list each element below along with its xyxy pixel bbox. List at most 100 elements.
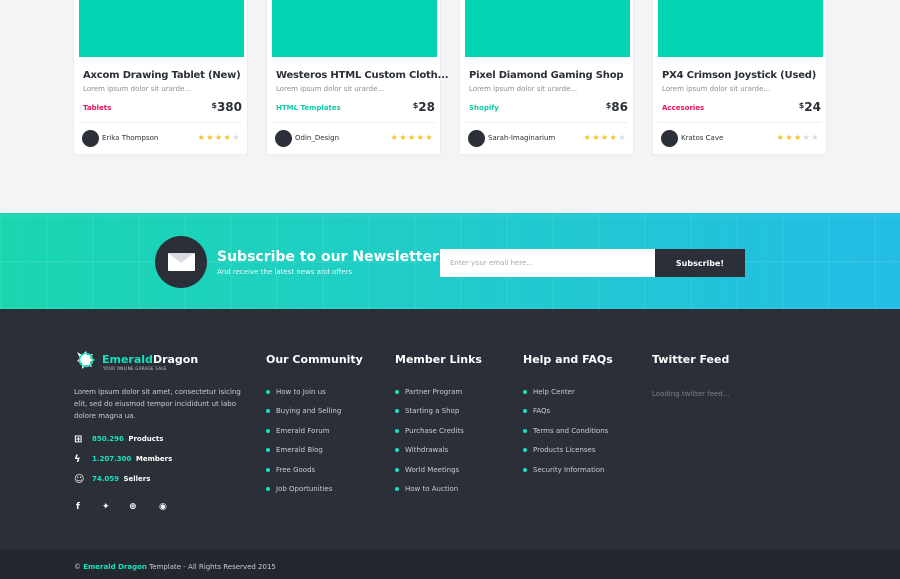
price-value: 380 xyxy=(216,100,242,114)
column-title-member-links: Member Links xyxy=(395,353,482,366)
footer-link[interactable]: FAQs xyxy=(523,407,608,426)
column-title-community: Our Community xyxy=(266,353,363,366)
facebook-icon[interactable]: f xyxy=(76,502,80,512)
author-name[interactable]: Sarah-Imaginarium xyxy=(488,134,555,142)
brand-tagline: YOUR ONLINE GARAGE SALE xyxy=(103,366,167,371)
brand-name-part1: Emerald xyxy=(102,353,153,366)
rss-icon[interactable]: ◉ xyxy=(159,502,167,512)
price-value: 24 xyxy=(804,100,821,114)
product-grid: Axcom Drawing Tablet (New) Lorem ipsum d… xyxy=(73,0,831,156)
product-title[interactable]: PX4 Crimson Joystick (Used) xyxy=(662,70,816,81)
brand-logo[interactable]: EmeraldDragon xyxy=(102,353,198,366)
footer-link[interactable]: World Meetings xyxy=(395,466,464,485)
footer-link[interactable]: Security Information xyxy=(523,466,608,485)
product-thumbnail[interactable] xyxy=(658,0,823,57)
copyright-text: © Emerald Dragon Template - All Rights R… xyxy=(74,563,276,571)
community-links: How to Join us Buying and Selling Emeral… xyxy=(266,388,341,504)
footer-link[interactable]: Products Licenses xyxy=(523,446,608,465)
product-card[interactable]: Westeros HTML Custom Cloth... Lorem ipsu… xyxy=(266,0,448,155)
product-category[interactable]: Shopify xyxy=(469,104,499,112)
lightning-icon: ϟ xyxy=(74,454,81,465)
product-card[interactable]: PX4 Crimson Joystick (Used) Lorem ipsum … xyxy=(652,0,827,155)
stat-label: Products xyxy=(128,435,164,443)
email-input[interactable] xyxy=(440,249,655,277)
footer-link[interactable]: Purchase Credits xyxy=(395,427,464,446)
newsletter-title: Subscribe to our Newsletter xyxy=(217,249,439,265)
rating-stars: ★★★★★ xyxy=(776,133,820,142)
rating-stars: ★★★★★ xyxy=(390,133,434,142)
subscribe-button[interactable]: Subscribe! xyxy=(655,249,745,277)
footer-link[interactable]: Starting a Shop xyxy=(395,407,464,426)
twitter-icon[interactable]: ✦ xyxy=(102,502,110,512)
stat-sellers: ☺ 74.059 Sellers xyxy=(74,474,150,485)
product-thumbnail[interactable] xyxy=(272,0,437,57)
footer-link[interactable]: Job Oportunities xyxy=(266,485,341,504)
author-avatar[interactable] xyxy=(661,130,678,147)
stat-members: ϟ 1.207.300 Members xyxy=(74,454,172,465)
footer-link[interactable]: Help Center xyxy=(523,388,608,407)
footer-link[interactable]: Free Goods xyxy=(266,466,341,485)
dribbble-icon[interactable]: ⊕ xyxy=(129,502,137,512)
footer: EmeraldDragon YOUR ONLINE GARAGE SALE Lo… xyxy=(0,309,900,550)
product-thumbnail[interactable] xyxy=(465,0,630,57)
twitter-feed-loading: Loading twitter feed... xyxy=(652,390,730,398)
product-description: Lorem ipsum dolor sit urarde... xyxy=(83,85,192,93)
product-price: $380 xyxy=(211,100,242,114)
user-icon: ☺ xyxy=(74,474,85,485)
product-title[interactable]: Axcom Drawing Tablet (New) xyxy=(83,70,241,81)
gift-icon: ⊞ xyxy=(74,434,83,445)
product-title[interactable]: Pixel Diamond Gaming Shop xyxy=(469,70,624,81)
stat-value: 74.059 xyxy=(92,475,120,483)
product-thumbnail[interactable] xyxy=(79,0,244,57)
author-avatar[interactable] xyxy=(82,130,99,147)
stat-value: 1.207.300 xyxy=(92,455,132,463)
product-category[interactable]: Accesories xyxy=(662,104,704,112)
member-links: Partner Program Starting a Shop Purchase… xyxy=(395,388,464,504)
stat-label: Members xyxy=(135,455,173,463)
stat-label: Sellers xyxy=(123,475,151,483)
product-description: Lorem ipsum dolor sit urarde... xyxy=(469,85,578,93)
author-avatar[interactable] xyxy=(468,130,485,147)
price-value: 28 xyxy=(418,100,435,114)
copyright-bar: © Emerald Dragon Template - All Rights R… xyxy=(0,550,900,579)
footer-link[interactable]: Partner Program xyxy=(395,388,464,407)
footer-link[interactable]: How to Auction xyxy=(395,485,464,504)
column-title-help: Help and FAQs xyxy=(523,353,613,366)
product-category[interactable]: HTML Templates xyxy=(276,104,341,112)
help-links: Help Center FAQs Terms and Conditions Pr… xyxy=(523,388,608,485)
rating-stars: ★★★★★ xyxy=(583,133,627,142)
product-description: Lorem ipsum dolor sit urarde... xyxy=(662,85,771,93)
stat-products: ⊞ 850.296 Products xyxy=(74,434,163,445)
footer-link[interactable]: Terms and Conditions xyxy=(523,427,608,446)
product-card[interactable]: Pixel Diamond Gaming Shop Lorem ipsum do… xyxy=(459,0,634,155)
brand-name-part2: Dragon xyxy=(152,353,199,366)
author-name[interactable]: Kratos Cave xyxy=(681,134,723,142)
author-name[interactable]: Erika Thompson xyxy=(102,134,158,142)
card-divider xyxy=(272,122,435,123)
product-description: Lorem ipsum dolor sit urarde... xyxy=(276,85,385,93)
copyright-brand-link[interactable]: Emerald Dragon xyxy=(83,563,147,571)
product-price: $28 xyxy=(413,100,435,114)
footer-link[interactable]: How to Join us xyxy=(266,388,341,407)
product-price: $24 xyxy=(799,100,821,114)
product-title[interactable]: Westeros HTML Custom Cloth... xyxy=(276,70,448,81)
footer-link[interactable]: Withdrawals xyxy=(395,446,464,465)
column-title-twitter: Twitter Feed xyxy=(652,353,730,366)
footer-link[interactable]: Emerald Blog xyxy=(266,446,341,465)
footer-link[interactable]: Buying and Selling xyxy=(266,407,341,426)
card-divider xyxy=(79,122,242,123)
footer-link[interactable]: Emerald Forum xyxy=(266,427,341,446)
newsletter-banner: Subscribe to our Newsletter And receive … xyxy=(0,213,900,309)
product-card[interactable]: Axcom Drawing Tablet (New) Lorem ipsum d… xyxy=(73,0,248,155)
about-text: Lorem ipsum dolor sit amet, consectetur … xyxy=(74,388,241,420)
author-name[interactable]: Odin_Design xyxy=(295,134,339,142)
copyright-symbol: © xyxy=(74,563,81,571)
author-avatar[interactable] xyxy=(275,130,292,147)
copyright-rest: Template - All Rights Reserved 2015 xyxy=(149,563,276,571)
product-category[interactable]: Tablets xyxy=(83,104,111,112)
card-divider xyxy=(658,122,821,123)
dragon-logo-icon[interactable] xyxy=(74,348,98,372)
rating-stars: ★★★★★ xyxy=(197,133,241,142)
price-value: 86 xyxy=(611,100,628,114)
stat-value: 850.296 xyxy=(92,435,124,443)
